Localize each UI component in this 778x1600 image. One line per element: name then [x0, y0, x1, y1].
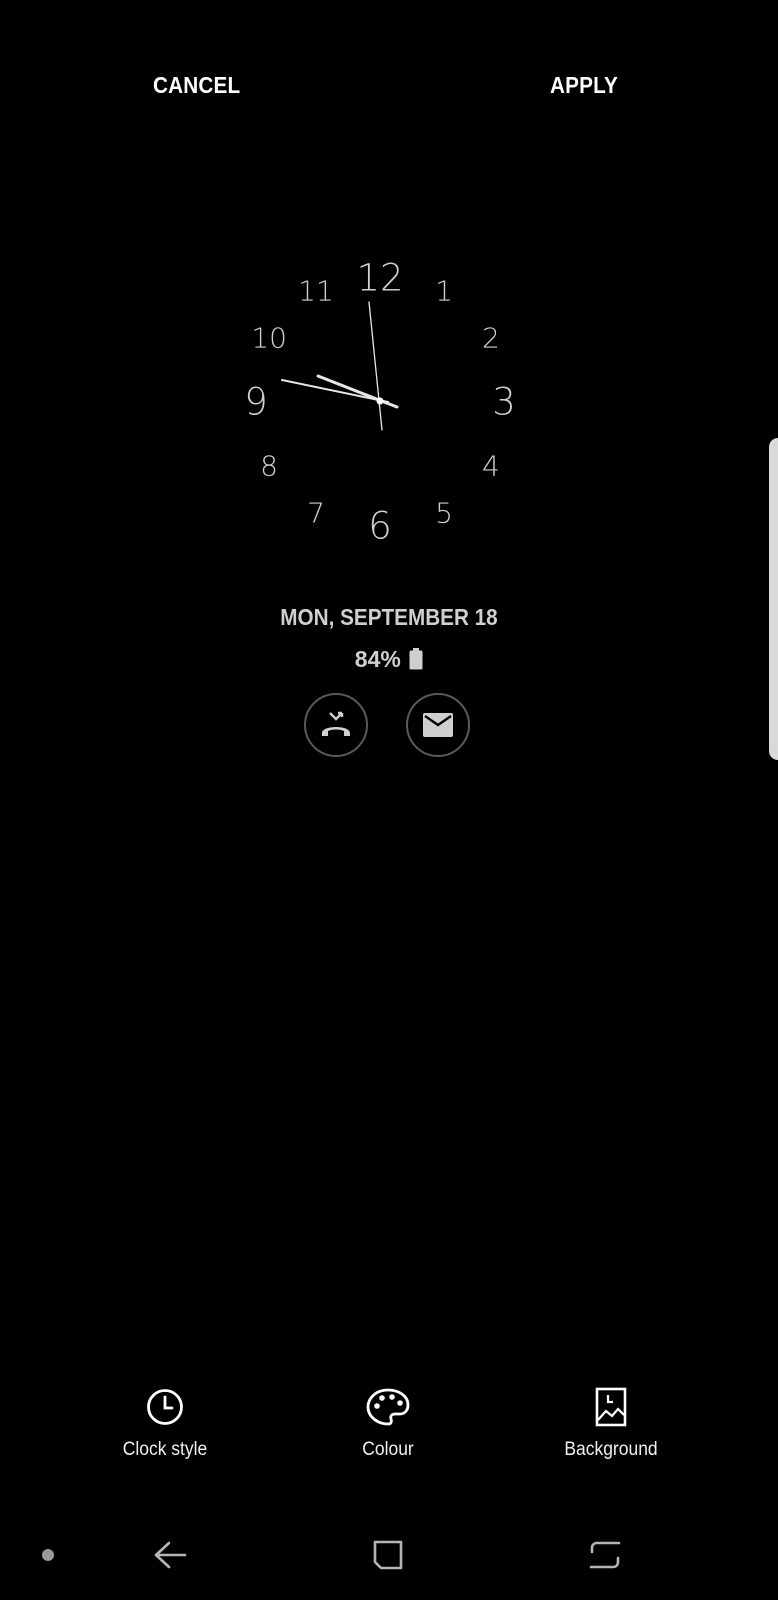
email-notification[interactable]: [406, 693, 470, 757]
analog-clock: 12 12 3 45 6 78 9 10 11: [244, 257, 516, 548]
clock-numeral-1: 1: [435, 275, 453, 308]
clock-numeral-12: 12: [356, 257, 403, 300]
clock-style-label: Clock style: [122, 1439, 208, 1460]
clock-numeral-6: 6: [368, 505, 392, 548]
clock-numeral-3: 3: [492, 381, 516, 424]
background-option[interactable]: Background: [511, 1386, 711, 1461]
home-icon: [373, 1540, 403, 1570]
colour-label: Colour: [362, 1439, 414, 1460]
clock-numeral-5: 5: [435, 496, 453, 529]
cancel-button[interactable]: CANCEL: [153, 72, 240, 99]
nav-home-button[interactable]: [363, 1532, 413, 1578]
edge-panel-handle[interactable]: [769, 438, 778, 760]
clock-numeral-4: 4: [482, 450, 500, 483]
apply-button[interactable]: APPLY: [550, 72, 618, 99]
clock-numeral-7: 7: [307, 496, 325, 529]
email-icon: [423, 713, 453, 737]
clock-numeral-10: 10: [251, 322, 287, 355]
nav-back-button[interactable]: [145, 1532, 195, 1578]
nav-hide-keys-dot[interactable]: [30, 1532, 66, 1578]
clock-numeral-11: 11: [298, 275, 334, 308]
image-icon: [595, 1387, 627, 1427]
colour-option[interactable]: Colour: [288, 1386, 488, 1461]
date-text: MON, SEPTEMBER 18: [280, 604, 498, 630]
missed-call-notification[interactable]: [304, 693, 368, 757]
clock-numeral-2: 2: [482, 322, 500, 355]
dot-icon: [42, 1549, 54, 1561]
battery-percentage: 84%: [354, 646, 401, 672]
battery-icon: [409, 648, 423, 670]
battery-status: 84%: [0, 646, 778, 673]
clock-icon: [147, 1389, 183, 1425]
recent-apps-icon: [589, 1541, 621, 1569]
back-icon: [154, 1541, 187, 1569]
palette-icon: [366, 1388, 410, 1426]
clock-numeral-9: 9: [244, 381, 268, 424]
clock-numeral-8: 8: [260, 450, 278, 483]
background-label: Background: [564, 1439, 658, 1460]
clock-center: [376, 397, 384, 405]
second-hand: [368, 301, 383, 431]
nav-recent-apps-button[interactable]: [580, 1532, 630, 1578]
clock-style-option[interactable]: Clock style: [65, 1386, 265, 1461]
missed-call-icon: [322, 711, 350, 736]
